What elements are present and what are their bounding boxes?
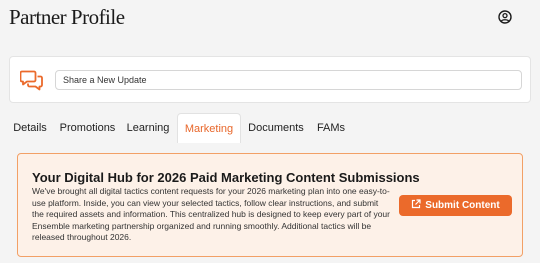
tab-documents[interactable]: Documents (243, 113, 309, 143)
chat-bubbles-icon (20, 70, 43, 91)
user-circle-icon[interactable] (498, 10, 512, 24)
tab-promotions[interactable]: Promotions (54, 113, 121, 143)
share-update-card (9, 56, 531, 103)
tab-details[interactable]: Details (6, 113, 54, 143)
submit-content-label: Submit Content (425, 200, 500, 211)
hub-description: We've brought all digital tactics conten… (32, 186, 390, 242)
digital-hub-card: Your Digital Hub for 2026 Paid Marketing… (17, 153, 523, 257)
tab-marketing[interactable]: Marketing (177, 113, 241, 143)
header: Partner Profile (0, 0, 540, 36)
profile-tabs: Details Promotions Learning Marketing Do… (0, 113, 540, 143)
share-update-input[interactable] (55, 70, 522, 90)
external-link-icon (412, 199, 421, 209)
tab-learning[interactable]: Learning (121, 113, 175, 143)
submit-content-button[interactable]: Submit Content (399, 195, 512, 216)
page-title: Partner Profile (9, 5, 125, 29)
hub-title: Your Digital Hub for 2026 Paid Marketing… (32, 170, 420, 185)
tab-fams[interactable]: FAMs (311, 113, 351, 143)
